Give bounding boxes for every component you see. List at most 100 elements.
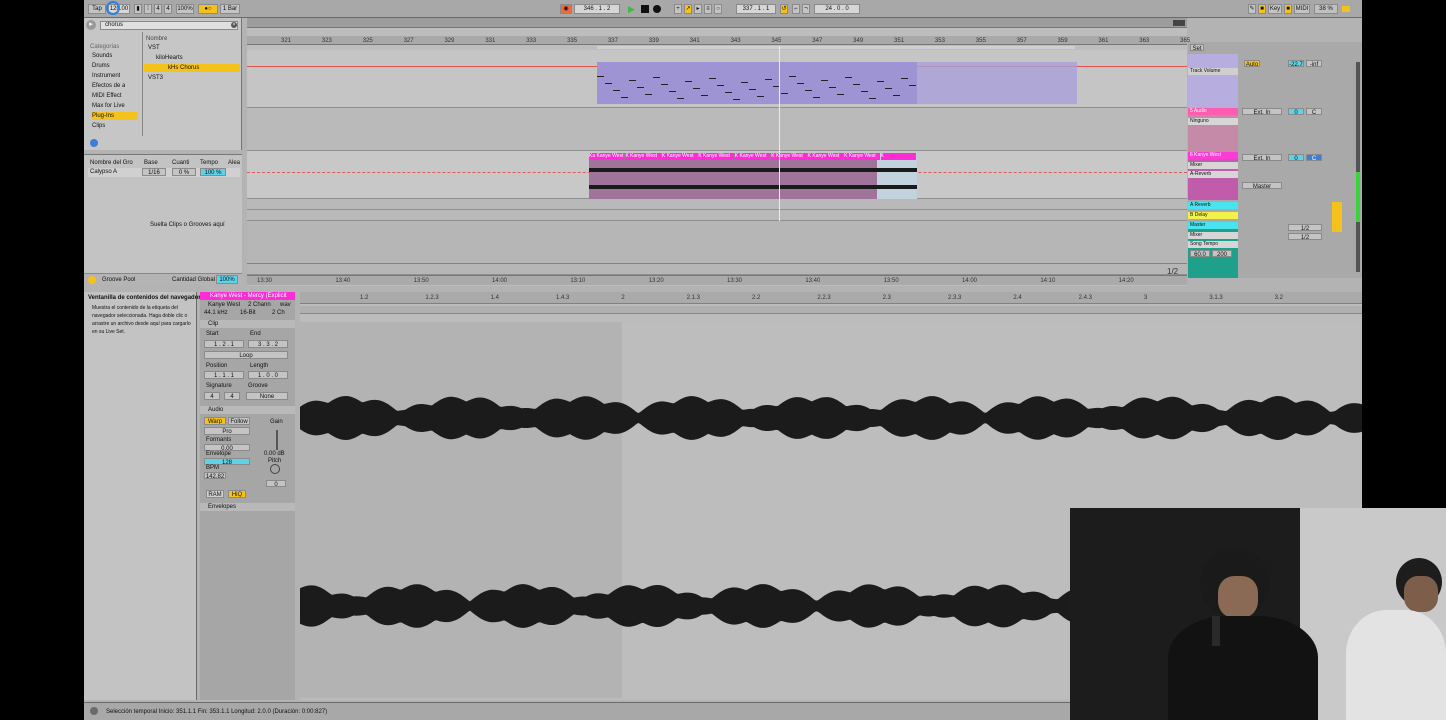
midi-note[interactable] — [717, 85, 724, 86]
category-item[interactable]: Drums — [92, 62, 110, 70]
master-sub[interactable]: Mixer — [1188, 232, 1238, 239]
midi-note[interactable] — [693, 88, 700, 89]
track-3-sub2[interactable]: A-Reverb — [1188, 171, 1238, 178]
midi-note[interactable] — [701, 95, 708, 96]
midi-note[interactable] — [813, 97, 820, 98]
groove-row-base[interactable]: 1/16 — [142, 168, 166, 176]
midi-note[interactable] — [861, 91, 868, 92]
track-2-volume[interactable]: 0 — [1288, 108, 1304, 115]
draw-mode-icon[interactable]: ✎ — [1248, 4, 1256, 14]
arrangement-clip-header[interactable]: Ka Kanye West — [589, 153, 625, 160]
midi-note[interactable] — [653, 77, 660, 78]
midi-note[interactable] — [613, 90, 620, 91]
global-amount-field[interactable]: 100% — [216, 275, 238, 284]
return-solo-buttons[interactable] — [1332, 202, 1342, 232]
tap-button[interactable]: Tap — [88, 4, 106, 14]
loop-icon[interactable]: ↺ — [780, 4, 788, 14]
category-item[interactable]: Efectos de a — [92, 82, 125, 90]
loop-length-field[interactable]: 24 . 0 . 0 — [814, 4, 860, 14]
arrangement-clip-header[interactable]: K Kanye West — [625, 153, 661, 160]
track-head-2[interactable]: 5 Audio Ninguno — [1188, 108, 1238, 152]
session-record-icon[interactable]: ○ — [714, 4, 722, 14]
category-item[interactable]: Sounds — [92, 52, 112, 60]
tree-item-vst3[interactable]: VST3 — [148, 74, 163, 82]
track-3-volume[interactable]: 0 — [1288, 154, 1304, 161]
track-lane-kanye[interactable]: Ka Kanye West K Kanye West K Kanye West K K… — [247, 151, 1187, 199]
return-lane-delay[interactable] — [247, 210, 1187, 221]
status-icon[interactable] — [90, 707, 98, 715]
track-3-pan[interactable]: C — [1306, 154, 1322, 161]
groove-row-quant[interactable]: 0 % — [172, 168, 196, 176]
return-delay-name[interactable]: B Delay — [1188, 212, 1238, 219]
gain-slider[interactable] — [276, 430, 278, 450]
follow-icon[interactable]: ⁞ — [144, 4, 152, 14]
midi-note[interactable] — [733, 99, 740, 100]
preview-icon[interactable] — [90, 139, 98, 147]
groove-row-tempo[interactable]: 100 % — [200, 168, 226, 176]
master-v1[interactable]: 60.0 — [1190, 250, 1210, 257]
warp-button[interactable]: Warp — [204, 417, 226, 425]
sig-num-field[interactable]: 4 — [154, 4, 162, 14]
category-item[interactable]: Clips — [92, 122, 105, 130]
time-ruler[interactable]: 13:30 13:40 13:50 14:00 13:10 13:20 13:30 13:40… — [247, 275, 1187, 285]
master-output[interactable]: Master — [1242, 182, 1282, 189]
track-2-name[interactable]: 5 Audio — [1188, 108, 1238, 115]
bar-ruler[interactable]: 321 323 325 327 329 331 333 335 337 339 341 343 345 3… — [247, 36, 1190, 45]
track-1-volume[interactable]: -22.7 — [1288, 60, 1304, 67]
warp-mode-select[interactable]: Pro — [204, 427, 250, 435]
arrangement-clip-header[interactable]: K — [880, 153, 916, 160]
quantize-menu[interactable]: 1 Bar — [220, 4, 240, 14]
pitch-field[interactable]: 0 — [266, 480, 286, 487]
midi-note[interactable] — [781, 93, 788, 94]
key-map-icon[interactable]: ■ — [1258, 4, 1266, 14]
play-icon[interactable]: ▶ — [628, 4, 638, 14]
midi-note[interactable] — [661, 84, 668, 85]
midi-note[interactable] — [629, 80, 636, 81]
midi-note[interactable] — [669, 91, 676, 92]
category-item[interactable]: Max for Live — [92, 102, 125, 110]
loop-start-field[interactable]: 337 . 1 . 1 — [736, 4, 776, 14]
set-button[interactable]: Set — [1190, 44, 1204, 51]
sig-num-field[interactable]: 4 — [204, 392, 220, 400]
tree-item-vst[interactable]: VST — [148, 44, 160, 52]
sig-den-field[interactable]: 4 — [164, 4, 172, 14]
midi-button[interactable]: MIDI — [1294, 4, 1310, 14]
clear-search-icon[interactable]: × — [231, 22, 237, 28]
midi-note[interactable] — [821, 80, 828, 81]
arrangement-clip-header[interactable]: K Kanye West — [734, 153, 771, 160]
master-sub2[interactable]: Song Tempo — [1188, 241, 1238, 248]
punch-in-icon[interactable]: ⌐ — [792, 4, 800, 14]
master-send-2[interactable]: 1/2 — [1288, 233, 1322, 240]
midi-note[interactable] — [901, 78, 908, 79]
midi-note[interactable] — [885, 88, 892, 89]
track-1-pan[interactable]: -inf — [1306, 60, 1322, 67]
track-3-name[interactable]: 6 Kanye West — [1188, 152, 1238, 159]
warp-marker-strip[interactable] — [300, 306, 1362, 314]
category-item[interactable]: MIDI Effect — [92, 92, 122, 100]
midi-note[interactable] — [789, 76, 796, 77]
midi-note[interactable] — [877, 81, 884, 82]
track-lane-audio[interactable] — [247, 108, 1187, 151]
sig-den-field[interactable]: 4 — [224, 392, 240, 400]
groove-pool-icon[interactable] — [88, 276, 96, 284]
track-2-input[interactable]: Ext. In — [1242, 108, 1282, 115]
end-field[interactable]: 3 . 3 . 2 — [248, 340, 288, 348]
midi-note[interactable] — [749, 89, 756, 90]
capture-icon[interactable]: ≡ — [704, 4, 712, 14]
category-item-selected[interactable]: Plug-Ins — [92, 112, 138, 120]
midi-note[interactable] — [677, 98, 684, 99]
midi-note[interactable] — [805, 90, 812, 91]
arrangement-position[interactable]: 346 . 1 . 2 — [574, 4, 620, 14]
arrangement-clip-header[interactable]: K Kanye West — [844, 153, 880, 160]
follow-button[interactable]: Follow — [228, 417, 250, 425]
zoom-field[interactable]: 100% — [176, 4, 194, 14]
midi-note[interactable] — [845, 77, 852, 78]
midi-note[interactable] — [741, 82, 748, 83]
midi-note[interactable] — [621, 97, 628, 98]
midi-note[interactable] — [909, 85, 916, 86]
waveform-left-channel[interactable] — [300, 388, 1362, 448]
record-icon[interactable] — [653, 5, 661, 13]
add-icon[interactable]: + — [674, 4, 682, 14]
arrangement-clip-header[interactable]: K Kanye West — [807, 153, 844, 160]
midi-note[interactable] — [757, 96, 764, 97]
